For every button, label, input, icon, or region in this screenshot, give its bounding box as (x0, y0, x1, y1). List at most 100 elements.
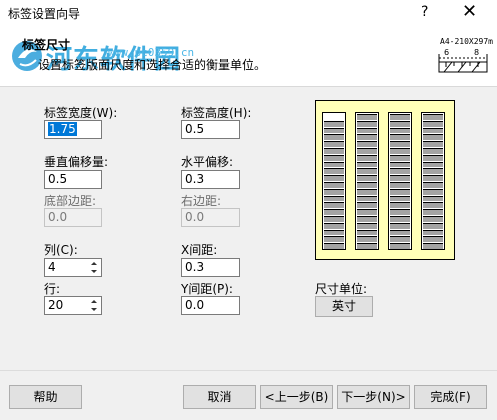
preview-label-cell (423, 127, 443, 134)
spin-up-icon[interactable] (91, 300, 97, 303)
preview-label-cell (324, 168, 344, 175)
preview-label-cell (324, 120, 344, 127)
preview-label-cell (423, 175, 443, 181)
preview-label-cell (357, 154, 377, 161)
preview-label-cell (423, 216, 443, 222)
preview-label-cell (357, 161, 377, 168)
preview-label-cell (423, 120, 443, 127)
step-description: 设置标签版面尺度和选择合适的衡量单位。 (38, 58, 267, 72)
back-button[interactable]: <上一步(B) (260, 385, 333, 409)
preview-label-cell (357, 175, 377, 181)
window-title: 标签设置向导 (8, 7, 81, 21)
preview-label-cell (390, 134, 410, 141)
preview-label-cell (324, 222, 344, 229)
preview-label-cell (390, 195, 410, 202)
preview-label-cell (324, 148, 344, 154)
preview-label-cell (390, 209, 410, 215)
preview-label-cell (357, 195, 377, 202)
preview-label-cell (357, 209, 377, 215)
help-button[interactable]: 帮助 (9, 385, 82, 409)
label-layout-preview (315, 100, 455, 260)
rows-stepper[interactable]: 20 (44, 296, 102, 315)
preview-label-cell (423, 209, 443, 215)
bottom-margin-label: 底部边距: (44, 194, 97, 208)
x-spacing-label: X间距: (181, 243, 218, 257)
preview-label-cell (324, 209, 344, 215)
columns-value: 4 (48, 260, 56, 274)
vertical-offset-label: 垂直偏移量: (44, 155, 109, 169)
preview-label-cell (390, 127, 410, 134)
paper-size-label: A4-210X297m (440, 37, 493, 46)
preview-label-cell (423, 148, 443, 154)
preview-label-cell (423, 188, 443, 195)
preview-label-cell (390, 216, 410, 222)
preview-label-cell (423, 182, 443, 188)
columns-stepper[interactable]: 4 (44, 258, 102, 277)
finish-button[interactable]: 完成(F) (414, 385, 487, 409)
preview-label-cell (324, 229, 344, 236)
preview-label-cell (357, 202, 377, 209)
preview-label-cell (423, 229, 443, 236)
preview-label-cell (324, 161, 344, 168)
preview-label-cell (390, 120, 410, 127)
preview-column (388, 112, 412, 250)
cancel-button[interactable]: 取消 (183, 385, 256, 409)
preview-label-cell (324, 154, 344, 161)
step-title: 标签尺寸 (22, 38, 71, 52)
horizontal-offset-input[interactable]: 0.3 (181, 170, 240, 189)
preview-label-cell (423, 154, 443, 161)
next-button[interactable]: 下一步(N)> (337, 385, 410, 409)
preview-label-cell (357, 222, 377, 229)
preview-label-cell (324, 141, 344, 147)
preview-label-cell (390, 236, 410, 243)
preview-label-cell (357, 127, 377, 134)
unit-button[interactable]: 英寸 (315, 296, 373, 317)
preview-label-cell (390, 114, 410, 120)
title-bar: 标签设置向导 ? ✕ (0, 0, 497, 30)
preview-label-cell (324, 182, 344, 188)
bottom-margin-input: 0.0 (44, 208, 102, 227)
preview-label-cell (324, 127, 344, 134)
right-margin-label: 右边距: (181, 194, 222, 208)
columns-spin-buttons[interactable] (89, 260, 100, 275)
x-spacing-input[interactable]: 0.3 (181, 258, 240, 277)
label-width-input[interactable]: 1.75 (44, 120, 102, 139)
preview-label-cell (357, 236, 377, 243)
preview-label-cell (357, 141, 377, 147)
help-icon[interactable]: ? (421, 4, 428, 20)
spin-down-icon[interactable] (91, 308, 97, 311)
preview-label-cell (423, 161, 443, 168)
preview-label-cell (390, 229, 410, 236)
unit-label: 尺寸单位: (315, 282, 368, 296)
preview-label-cell (357, 182, 377, 188)
preview-label-cell (423, 195, 443, 202)
preview-label-cell (423, 168, 443, 175)
preview-label-cell (357, 120, 377, 127)
preview-label-cell (423, 222, 443, 229)
preview-label-cell (390, 161, 410, 168)
footer-divider (0, 370, 497, 371)
rows-label: 行: (44, 282, 61, 296)
label-height-input[interactable]: 0.5 (181, 120, 240, 139)
preview-column (421, 112, 445, 250)
right-margin-input: 0.0 (181, 208, 240, 227)
preview-label-cell (423, 114, 443, 120)
y-spacing-label: Y间距(P): (181, 282, 233, 296)
preview-label-cell (357, 114, 377, 120)
preview-label-cell (423, 134, 443, 141)
rows-spin-buttons[interactable] (89, 298, 100, 313)
ruler-number-2: 8 (474, 48, 480, 57)
wizard-header: 河东软件园 www.pc0359.cn 标签尺寸 设置标签版面尺度和选择合适的衡… (0, 30, 497, 87)
spin-up-icon[interactable] (91, 262, 97, 265)
preview-label-cell (390, 202, 410, 209)
preview-label-cell (423, 202, 443, 209)
columns-label: 列(C): (44, 243, 78, 257)
preview-label-cell (357, 229, 377, 236)
close-icon[interactable]: ✕ (462, 1, 477, 22)
preview-label-cell (423, 141, 443, 147)
preview-label-cell (390, 148, 410, 154)
preview-label-cell (390, 154, 410, 161)
y-spacing-input[interactable]: 0.0 (181, 296, 240, 315)
spin-down-icon[interactable] (91, 270, 97, 273)
vertical-offset-input[interactable]: 0.5 (44, 170, 102, 189)
